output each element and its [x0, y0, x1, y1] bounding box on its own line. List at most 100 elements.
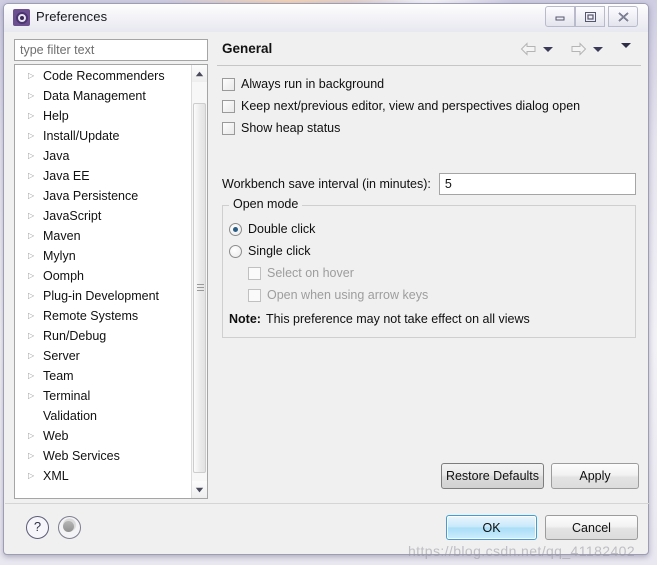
tree-scrollbar[interactable] — [191, 65, 207, 498]
tree-item[interactable]: ▷ Mylyn — [15, 246, 191, 266]
expand-arrow-icon[interactable]: ▷ — [28, 112, 42, 120]
maximize-button[interactable] — [575, 6, 605, 27]
scrollbar-grip-icon — [197, 284, 204, 292]
expand-arrow-icon[interactable]: ▷ — [28, 432, 42, 440]
forward-dropdown-icon[interactable] — [593, 46, 603, 52]
expand-arrow-icon[interactable]: ▷ — [28, 152, 42, 160]
close-button[interactable] — [608, 6, 638, 27]
tree-item-label: Server — [43, 349, 80, 363]
expand-arrow-icon[interactable]: ▷ — [28, 172, 42, 180]
tree-item[interactable]: Validation — [15, 406, 191, 426]
tree-item[interactable]: ▷ Remote Systems — [15, 306, 191, 326]
checkbox-icon[interactable] — [222, 99, 235, 113]
checkbox-label: Show heap status — [241, 121, 341, 135]
tree-item-label: XML — [43, 469, 69, 483]
gear-icon — [13, 9, 30, 26]
tree-item[interactable]: ▷ Install/Update — [15, 126, 191, 146]
tree-item[interactable]: ▷ Java EE — [15, 166, 191, 186]
tree-item[interactable]: ▷ Java Persistence — [15, 186, 191, 206]
tree-item[interactable]: ▷ Web — [15, 426, 191, 446]
tree-item[interactable]: ▷ Oomph — [15, 266, 191, 286]
back-dropdown-icon[interactable] — [543, 46, 553, 52]
tree-item-label: Help — [43, 109, 69, 123]
tree-item-label: Remote Systems — [43, 309, 139, 323]
tree-item[interactable]: ▷ Plug-in Development — [15, 286, 191, 306]
sub-checkbox-label: Open when using arrow keys — [267, 288, 429, 302]
radio-row[interactable]: Single click — [229, 240, 629, 262]
chevron-up-icon — [195, 71, 204, 76]
window-title: Preferences — [36, 9, 108, 24]
radio-icon[interactable] — [229, 222, 242, 236]
expand-arrow-icon[interactable]: ▷ — [28, 352, 42, 360]
help-glyph: ? — [33, 519, 42, 534]
tree-item-label: Web Services — [43, 449, 120, 463]
checkbox-label: Keep next/previous editor, view and pers… — [241, 99, 581, 113]
tree-item-label: Validation — [43, 409, 97, 423]
expand-arrow-icon[interactable]: ▷ — [28, 132, 42, 140]
tree-item[interactable]: ▷ Run/Debug — [15, 326, 191, 346]
chevron-down-icon[interactable] — [621, 43, 631, 48]
expand-arrow-icon[interactable]: ▷ — [28, 312, 42, 320]
radio-icon[interactable] — [229, 244, 242, 258]
checkbox-options-list: Always run in background Keep next/previo… — [222, 73, 636, 139]
expand-arrow-icon[interactable]: ▷ — [28, 472, 42, 480]
tree-item[interactable]: ▷ Data Management — [15, 86, 191, 106]
open-mode-group: Open mode Double click Single click Select… — [222, 197, 636, 338]
scroll-down-button[interactable] — [192, 481, 207, 498]
checkbox-row[interactable]: Keep next/previous editor, view and pers… — [222, 95, 636, 117]
back-navigation-group[interactable] — [520, 42, 553, 56]
title-bar: Preferences — [4, 4, 648, 32]
expand-arrow-icon[interactable]: ▷ — [28, 392, 42, 400]
expand-arrow-icon[interactable]: ▷ — [28, 272, 42, 280]
apply-button[interactable]: Apply — [551, 463, 639, 489]
tree-item[interactable]: ▷ Team — [15, 366, 191, 386]
preferences-tree[interactable]: ▷ Code Recommenders ▷ Data Management ▷ Help ▷… — [14, 64, 208, 499]
checkbox-row[interactable]: Show heap status — [222, 117, 636, 139]
expand-arrow-icon[interactable]: ▷ — [28, 72, 42, 80]
tree-item[interactable]: ▷ Terminal — [15, 386, 191, 406]
tree-item[interactable]: ▷ Help — [15, 106, 191, 126]
tree-item[interactable]: ▷ Code Recommenders — [15, 66, 191, 86]
tree-item[interactable]: ▷ JavaScript — [15, 206, 191, 226]
restore-defaults-button[interactable]: Restore Defaults — [441, 463, 544, 489]
help-icon[interactable]: ? — [26, 516, 49, 539]
expand-arrow-icon[interactable]: ▷ — [28, 452, 42, 460]
checkbox-icon — [248, 288, 261, 302]
checkbox-icon[interactable] — [222, 77, 235, 91]
expand-arrow-icon[interactable]: ▷ — [28, 232, 42, 240]
expand-arrow-icon[interactable]: ▷ — [28, 212, 42, 220]
forward-arrow-icon — [571, 42, 587, 56]
tree-item[interactable]: ▷ Java — [15, 146, 191, 166]
scrollbar-thumb[interactable] — [193, 103, 206, 473]
expand-arrow-icon[interactable]: ▷ — [28, 252, 42, 260]
minimize-button[interactable] — [545, 6, 575, 27]
panel-menu-button[interactable] — [615, 43, 631, 48]
expand-arrow-icon[interactable]: ▷ — [28, 292, 42, 300]
radio-row[interactable]: Double click — [229, 218, 629, 240]
tree-item-label: JavaScript — [43, 209, 102, 223]
note-label: Note: — [229, 312, 261, 326]
save-interval-input[interactable]: 5 — [438, 173, 636, 195]
forward-navigation-group[interactable] — [570, 42, 603, 56]
save-interval-value: 5 — [444, 177, 452, 191]
expand-arrow-icon[interactable]: ▷ — [28, 92, 42, 100]
scroll-up-button[interactable] — [192, 65, 207, 82]
open-mode-legend: Open mode — [229, 197, 303, 211]
cancel-button[interactable]: Cancel — [545, 515, 638, 540]
circle-icon[interactable] — [58, 516, 81, 539]
footer-divider — [5, 503, 649, 504]
expand-arrow-icon[interactable]: ▷ — [28, 332, 42, 340]
chevron-down-icon — [195, 487, 204, 492]
tree-item[interactable]: ▷ Web Services — [15, 446, 191, 466]
checkbox-row[interactable]: Always run in background — [222, 73, 636, 95]
expand-arrow-icon[interactable]: ▷ — [28, 192, 42, 200]
radio-label: Single click — [248, 244, 311, 258]
tree-item[interactable]: ▷ Maven — [15, 226, 191, 246]
tree-item[interactable]: ▷ XML — [15, 466, 191, 486]
filter-input[interactable]: type filter text — [14, 39, 208, 61]
tree-item-label: Oomph — [43, 269, 84, 283]
tree-item[interactable]: ▷ Server — [15, 346, 191, 366]
ok-button[interactable]: OK — [446, 515, 537, 540]
checkbox-icon[interactable] — [222, 121, 235, 135]
expand-arrow-icon[interactable]: ▷ — [28, 372, 42, 380]
